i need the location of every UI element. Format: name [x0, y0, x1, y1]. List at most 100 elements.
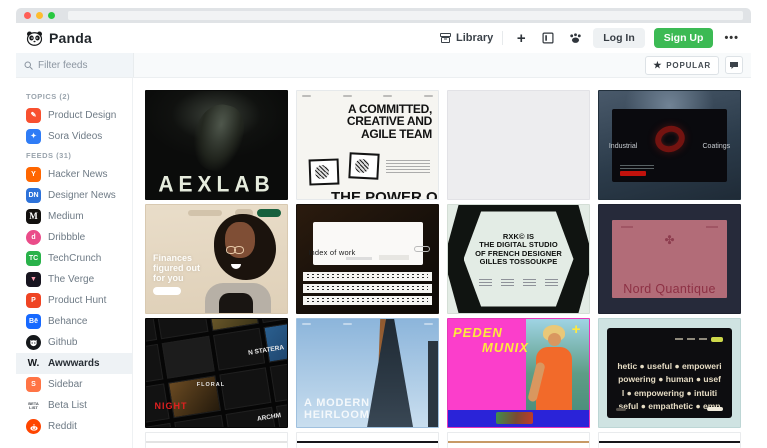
site-nav-placeholder [302, 95, 433, 97]
feed-card-aexlab[interactable]: AEXLAB [145, 90, 288, 200]
feed-grid: AEXLAB A COMMITTED, CREATIVE AND AGILE T… [133, 78, 751, 448]
medium-icon: M [26, 209, 41, 224]
site-nav-placeholder [620, 226, 719, 228]
cartoon-face-image [308, 158, 340, 186]
minimize-window-button[interactable] [36, 12, 43, 19]
sidebar-item-dribbble[interactable]: d Dribbble [16, 227, 132, 248]
team-heading: A COMMITTED, CREATIVE AND AGILE TEAM [346, 102, 432, 141]
body-text-placeholder [386, 159, 430, 173]
feed-card-partial[interactable] [598, 432, 741, 448]
sidebar-item-medium[interactable]: M Medium [16, 206, 132, 227]
empowering-word-lines: hetic ● useful ● empoweri powering ● hum… [617, 361, 722, 411]
techcrunch-icon: TC [26, 251, 41, 266]
aexlab-figure-image [186, 99, 250, 176]
sidebar-item-github[interactable]: Github [16, 332, 132, 353]
feed-card-partial[interactable] [145, 432, 288, 448]
coatings-left-label: Industrial [608, 142, 638, 150]
star-icon: ★ [653, 59, 663, 70]
sidebar-item-beta-list[interactable]: BETA LIST Beta List [16, 395, 132, 416]
feed-card-empowering[interactable]: hetic ● useful ● empoweri powering ● hum… [598, 318, 741, 428]
library-button[interactable]: Library [439, 32, 494, 44]
feed-card-blank[interactable] [447, 90, 590, 200]
aexlab-title: AEXLAB [158, 172, 275, 197]
popular-sort-button[interactable]: ★ POPULAR [645, 55, 719, 75]
sidebar-item-product-design[interactable]: ✎ Product Design [16, 105, 132, 126]
collage-word: FLORAL [196, 381, 226, 388]
finances-cta-button [153, 287, 181, 296]
topics-section-label: TOPICS (2) [26, 92, 71, 101]
work-table-row [302, 271, 433, 281]
layout-toggle-button[interactable] [539, 29, 557, 47]
library-label: Library [455, 32, 494, 44]
product-hunt-icon: P [26, 293, 41, 308]
rxk-statement: RXK© IS THE DIGITAL STUDIO OF FRENCH DES… [475, 232, 562, 267]
coatings-right-label: Coatings [702, 142, 731, 150]
signup-button[interactable]: Sign Up [653, 28, 714, 48]
feeds-section-label: FEEDS (31) [26, 151, 72, 160]
building-edge [428, 340, 438, 427]
beta-list-icon: BETA LIST [28, 400, 39, 410]
sidebar-item-techcrunch[interactable]: TC TechCrunch [16, 248, 132, 269]
popular-label: POPULAR [666, 60, 711, 70]
feed-card-partial[interactable] [296, 432, 439, 448]
search-icon [24, 61, 33, 70]
filter-bar: Filter feeds ★ POPULAR [16, 53, 751, 78]
sidebar-item-sidebar-feed[interactable]: S Sidebar [16, 374, 132, 395]
reddit-icon [26, 419, 41, 434]
panda-paw-button[interactable] [566, 29, 584, 47]
sidebar-item-reddit[interactable]: Reddit [16, 416, 132, 437]
sidebar-item-product-hunt[interactable]: P Product Hunt [16, 290, 132, 311]
awwwards-icon: W. [27, 357, 40, 369]
feed-card-partial[interactable] [447, 432, 590, 448]
feed-card-industrial-coatings[interactable]: Industrial Coatings [598, 90, 741, 200]
peden-title-line2: MUNIX [482, 340, 529, 355]
address-bar[interactable] [68, 11, 743, 20]
signup-cta-placeholder [257, 209, 281, 217]
login-button[interactable]: Log In [593, 28, 645, 48]
sidebar-item-sora-videos[interactable]: ✦ Sora Videos [16, 126, 132, 147]
panda-logo-icon [26, 31, 43, 46]
app-logo[interactable]: Panda [26, 30, 92, 46]
close-window-button[interactable] [24, 12, 31, 19]
sidebar-item-hacker-news[interactable]: Y Hacker News [16, 164, 132, 185]
feed-card-finances[interactable]: Finances figured out for you [145, 204, 288, 314]
feed-card-rxk-studio[interactable]: RXK© IS THE DIGITAL STUDIO OF FRENCH DES… [447, 204, 590, 314]
github-icon [26, 335, 41, 350]
site-nav-placeholder [302, 323, 433, 325]
feed-card-nord-quantique[interactable]: ✤ Nord Quantique [598, 204, 741, 314]
mockup-button-placeholder [413, 246, 430, 253]
browser-mockup-window [312, 222, 423, 266]
index-title: Index of work [308, 248, 356, 258]
library-icon [439, 33, 451, 43]
the-verge-icon: ▼ [26, 272, 41, 287]
add-feed-button[interactable]: + [512, 29, 530, 47]
feed-card-index-of-work[interactable]: Index of work [296, 204, 439, 314]
finances-tagline: Finances figured out for you [153, 252, 200, 284]
designer-news-icon: DN [26, 188, 41, 203]
hacker-news-icon: Y [26, 167, 41, 182]
search-input[interactable]: Filter feeds [16, 53, 134, 77]
feed-card-peden-munix[interactable]: PEDEN MUNIX + [447, 318, 590, 428]
product-design-icon: ✎ [26, 108, 41, 123]
more-menu-button[interactable]: ••• [722, 32, 741, 44]
feed-card-poster-collage[interactable]: FLORAL NIGHT N STATERA ARCHM [145, 318, 288, 428]
feedback-button[interactable] [725, 56, 743, 74]
site-nav-placeholder [188, 210, 223, 216]
sidebar-item-designer-news[interactable]: DN Designer News [16, 185, 132, 206]
coatings-cta-button [619, 170, 646, 176]
search-placeholder: Filter feeds [38, 59, 88, 71]
skyscraper-image [366, 319, 414, 427]
sidebar-item-awwwards[interactable]: W. Awwwards [16, 353, 132, 374]
feed-card-modern-heirloom[interactable]: A MODERN HEIRLOOM [296, 318, 439, 428]
browser-window: Panda Library + Log In Sign Up ••• Filte… [16, 8, 751, 448]
work-table-row [302, 283, 433, 293]
feed-card-committed-team[interactable]: A COMMITTED, CREATIVE AND AGILE TEAM THE… [296, 90, 439, 200]
sidebar-item-behance[interactable]: Bē Behance [16, 311, 132, 332]
app-title: Panda [49, 30, 93, 46]
header-divider [502, 31, 504, 45]
app-header: Panda Library + Log In Sign Up ••• [16, 23, 751, 53]
site-nav-placeholder [674, 336, 723, 342]
sora-videos-icon: ✦ [26, 129, 41, 144]
sidebar-item-the-verge[interactable]: ▼ The Verge [16, 269, 132, 290]
zoom-window-button[interactable] [48, 12, 55, 19]
